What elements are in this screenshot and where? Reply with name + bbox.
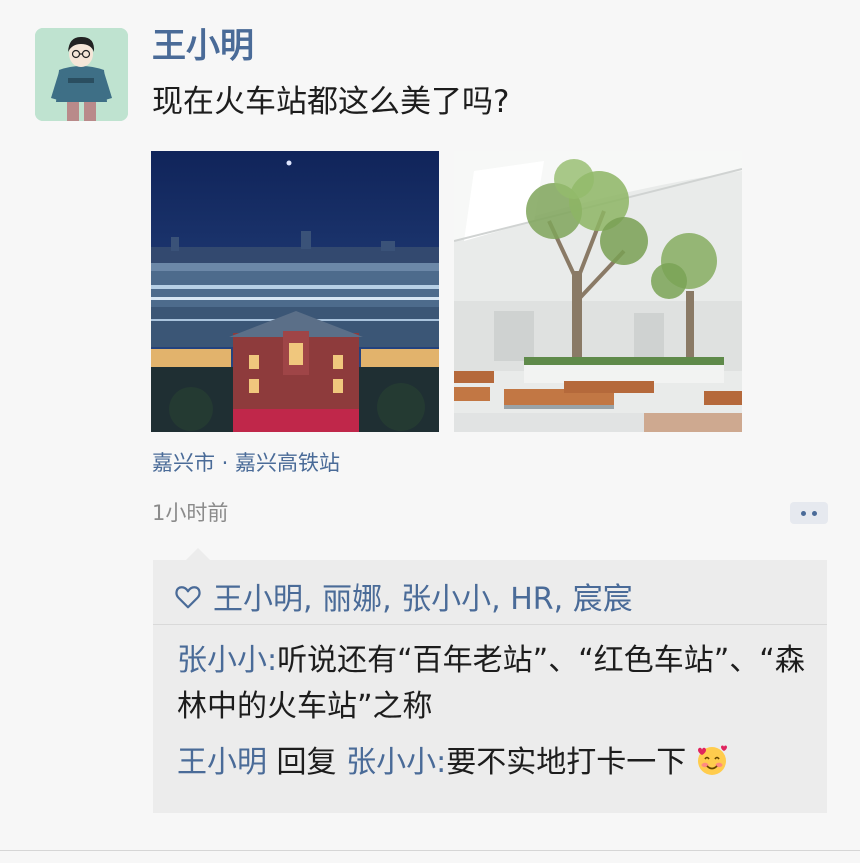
post-username[interactable]: 王小明 — [152, 24, 254, 68]
avatar[interactable] — [35, 28, 128, 121]
likes-names[interactable]: 王小明, 丽娜, 张小小, HR, 宸宸 — [213, 574, 633, 618]
dot-icon — [812, 510, 817, 516]
comment-author[interactable]: 张小小 — [177, 643, 267, 678]
post-photo-2[interactable] — [454, 151, 742, 432]
avatar-illustration — [35, 28, 128, 121]
bottom-divider — [0, 850, 860, 851]
comment-item[interactable]: 王小明 回复 张小小:要不实地打卡一下 — [177, 740, 813, 786]
reply-word: 回复 — [276, 745, 337, 780]
more-options-button[interactable] — [790, 502, 828, 524]
reply-to-author[interactable]: 张小小 — [346, 745, 436, 780]
interaction-panel-caret — [186, 548, 210, 560]
comment-separator: : — [267, 643, 278, 678]
post-text: 现在火车站都这么美了吗? — [152, 84, 510, 120]
comment-text: 要不实地打卡一下 — [446, 745, 687, 780]
dot-icon — [801, 510, 806, 516]
post-time: 1小时前 — [152, 501, 229, 525]
divider — [153, 624, 827, 625]
comment-separator: : — [436, 745, 447, 780]
smiling-face-with-hearts-icon — [698, 745, 728, 775]
interaction-panel: 王小明, 丽娜, 张小小, HR, 宸宸 张小小:听说还有“百年老站”、“红色车… — [153, 560, 827, 813]
likes-row: 王小明, 丽娜, 张小小, HR, 宸宸 — [173, 574, 633, 618]
comment-author[interactable]: 王小明 — [177, 745, 267, 780]
heart-icon — [175, 586, 201, 609]
post-location[interactable]: 嘉兴市 · 嘉兴高铁站 — [152, 448, 340, 478]
station-interior-photo — [454, 151, 742, 432]
post-photo-1[interactable] — [151, 151, 439, 432]
station-night-photo — [151, 151, 439, 432]
comment-item[interactable]: 张小小:听说还有“百年老站”、“红色车站”、“森林中的火车站”之称 — [177, 638, 813, 730]
